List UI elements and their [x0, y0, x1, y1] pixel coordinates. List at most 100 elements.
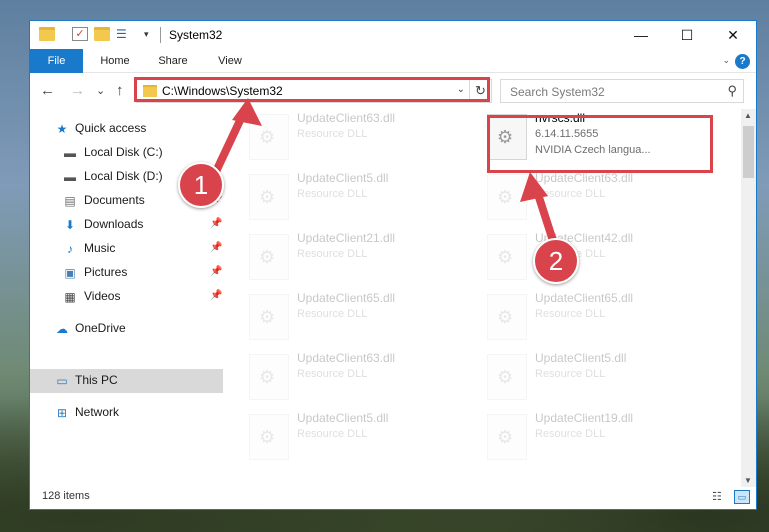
videos-icon: ▦ [64, 290, 76, 304]
dll-file-icon: ⚙ [487, 234, 527, 280]
file-tile[interactable]: ⚙ UpdateClient19.dll Resource DLL [461, 409, 691, 465]
file-tile[interactable]: ⚙ UpdateClient5.dll Resource DLL [223, 169, 453, 225]
file-tile[interactable]: ⚙ UpdateClient63.dll Resource DLL [461, 169, 691, 225]
sidebar-item-videos[interactable]: ▦ Videos 📌 [30, 285, 223, 309]
sidebar-item-label: Network [75, 405, 120, 419]
dll-file-icon: ⚙ [487, 294, 527, 340]
scroll-thumb[interactable] [743, 126, 754, 178]
minimize-button[interactable]: — [618, 21, 664, 49]
sidebar-item-local-disk-c[interactable]: ▬ Local Disk (C:) [30, 141, 223, 165]
search-placeholder: Search System32 [510, 85, 605, 99]
file-type: Resource DLL [535, 308, 606, 320]
dll-file-icon: ⚙ [249, 414, 289, 460]
gear-icon: ⚙ [259, 127, 276, 147]
pin-icon[interactable]: 📌 [210, 290, 222, 301]
sidebar-item-pictures[interactable]: ▣ Pictures 📌 [30, 261, 223, 285]
file-type: Resource DLL [297, 428, 368, 440]
file-name: UpdateClient63.dll [535, 171, 634, 185]
sidebar-item-label: Videos [84, 289, 121, 303]
sidebar-item-label: Music [84, 241, 116, 255]
dll-file-icon: ⚙ [249, 174, 289, 220]
sidebar-item-quick-access[interactable]: ★ Quick access [30, 117, 223, 141]
file-tile[interactable]: ⚙ UpdateClient63.dll Resource DLL [223, 349, 453, 405]
file-name: UpdateClient63.dll [297, 351, 396, 365]
dll-file-icon: ⚙ [249, 354, 289, 400]
pictures-icon: ▣ [64, 266, 76, 280]
file-tile[interactable]: ⚙ UpdateClient5.dll Resource DLL [461, 349, 691, 405]
computer-icon: ▭ [56, 374, 68, 388]
title-bar: ✓ ☰ ▾ System32 — ☐ ✕ [30, 21, 756, 49]
search-icon[interactable]: ⚲ [727, 83, 737, 99]
details-view-icon[interactable]: ☷ [712, 490, 728, 504]
file-tile[interactable]: ⚙ UpdateClient65.dll Resource DLL [461, 289, 691, 345]
back-arrow-icon[interactable]: ← [40, 82, 55, 100]
properties-check-icon[interactable]: ✓ [72, 27, 88, 41]
help-icon[interactable]: ? [735, 54, 750, 69]
file-name: UpdateClient5.dll [297, 411, 389, 425]
sidebar-item-label: OneDrive [75, 321, 126, 335]
sidebar-item-label: Quick access [75, 121, 147, 135]
sidebar-item-music[interactable]: ♪ Music 📌 [30, 237, 223, 261]
expand-ribbon-chevron-icon[interactable]: ⌄ [722, 55, 730, 66]
sidebar-item-label: Local Disk (C:) [84, 145, 163, 159]
drive-icon: ▬ [64, 170, 76, 184]
file-name: UpdateClient63.dll [297, 111, 396, 125]
file-type: Resource DLL [297, 308, 368, 320]
file-tile[interactable]: ⚙ UpdateClient63.dll Resource DLL [223, 109, 453, 165]
file-tile[interactable]: ⚙ UpdateClient5.dll Resource DLL [223, 409, 453, 465]
scroll-down-arrow-icon[interactable]: ▼ [744, 476, 752, 485]
sidebar-item-label: Pictures [84, 265, 128, 279]
tab-home[interactable]: Home [90, 49, 140, 73]
gear-icon: ⚙ [497, 187, 514, 207]
file-type: Resource DLL [297, 368, 368, 380]
tab-share[interactable]: Share [148, 49, 198, 73]
vertical-scrollbar[interactable]: ▲ ▼ [741, 109, 756, 487]
file-type: Resource DLL [535, 188, 606, 200]
file-name: UpdateClient65.dll [535, 291, 634, 305]
close-button[interactable]: ✕ [710, 21, 756, 49]
forward-arrow-icon[interactable]: → [70, 82, 85, 100]
step-2-badge: 2 [533, 238, 579, 284]
gear-icon: ⚙ [497, 427, 514, 447]
gear-icon: ⚙ [259, 187, 276, 207]
tiles-view-icon[interactable]: ▭ [734, 490, 750, 504]
customize-toolbar-chevron-icon[interactable]: ▾ [144, 27, 152, 41]
file-name: UpdateClient5.dll [297, 171, 389, 185]
pin-icon[interactable]: 📌 [210, 242, 222, 253]
new-folder-icon[interactable] [94, 27, 110, 41]
gear-icon: ⚙ [259, 367, 276, 387]
sidebar-item-this-pc[interactable]: ▭ This PC [30, 369, 223, 393]
maximize-button[interactable]: ☐ [664, 21, 710, 49]
sidebar-item-label: Downloads [84, 217, 144, 231]
search-input[interactable]: Search System32 ⚲ [500, 79, 744, 103]
dll-file-icon: ⚙ [487, 174, 527, 220]
tab-view[interactable]: View [205, 49, 255, 73]
file-type: Resource DLL [297, 128, 368, 140]
recent-locations-chevron-icon[interactable]: ⌄ [96, 82, 105, 100]
gear-icon: ⚙ [259, 307, 276, 327]
drive-icon: ▬ [64, 146, 76, 160]
pin-icon[interactable]: 📌 [210, 266, 222, 277]
address-highlight-box [134, 77, 490, 102]
pin-icon[interactable]: 📌 [210, 218, 222, 229]
status-bar: 128 items ☷ ▭ [30, 487, 756, 509]
documents-icon: ▤ [64, 194, 76, 208]
scroll-up-arrow-icon[interactable]: ▲ [744, 111, 752, 120]
file-tile[interactable]: ⚙ UpdateClient21.dll Resource DLL [223, 229, 453, 285]
sidebar-item-downloads[interactable]: ⬇ Downloads 📌 [30, 213, 223, 237]
file-name: UpdateClient21.dll [297, 231, 396, 245]
gear-icon: ⚙ [497, 307, 514, 327]
up-arrow-icon[interactable]: ↑ [116, 82, 124, 100]
ribbon: File Home Share View ⌄ ? [30, 49, 756, 73]
sidebar-item-onedrive[interactable]: ☁ OneDrive [30, 317, 223, 341]
file-name: UpdateClient5.dll [535, 351, 627, 365]
quick-access-toolbar-icon[interactable]: ☰ [116, 27, 132, 41]
file-tile[interactable]: ⚙ UpdateClient65.dll Resource DLL [223, 289, 453, 345]
dll-file-icon: ⚙ [487, 354, 527, 400]
file-type: Resource DLL [535, 428, 606, 440]
file-name: UpdateClient19.dll [535, 411, 634, 425]
sidebar-item-network[interactable]: ⊞ Network [30, 401, 223, 425]
tab-file[interactable]: File [30, 49, 83, 73]
window-title: System32 [169, 28, 223, 42]
dll-file-icon: ⚙ [487, 414, 527, 460]
